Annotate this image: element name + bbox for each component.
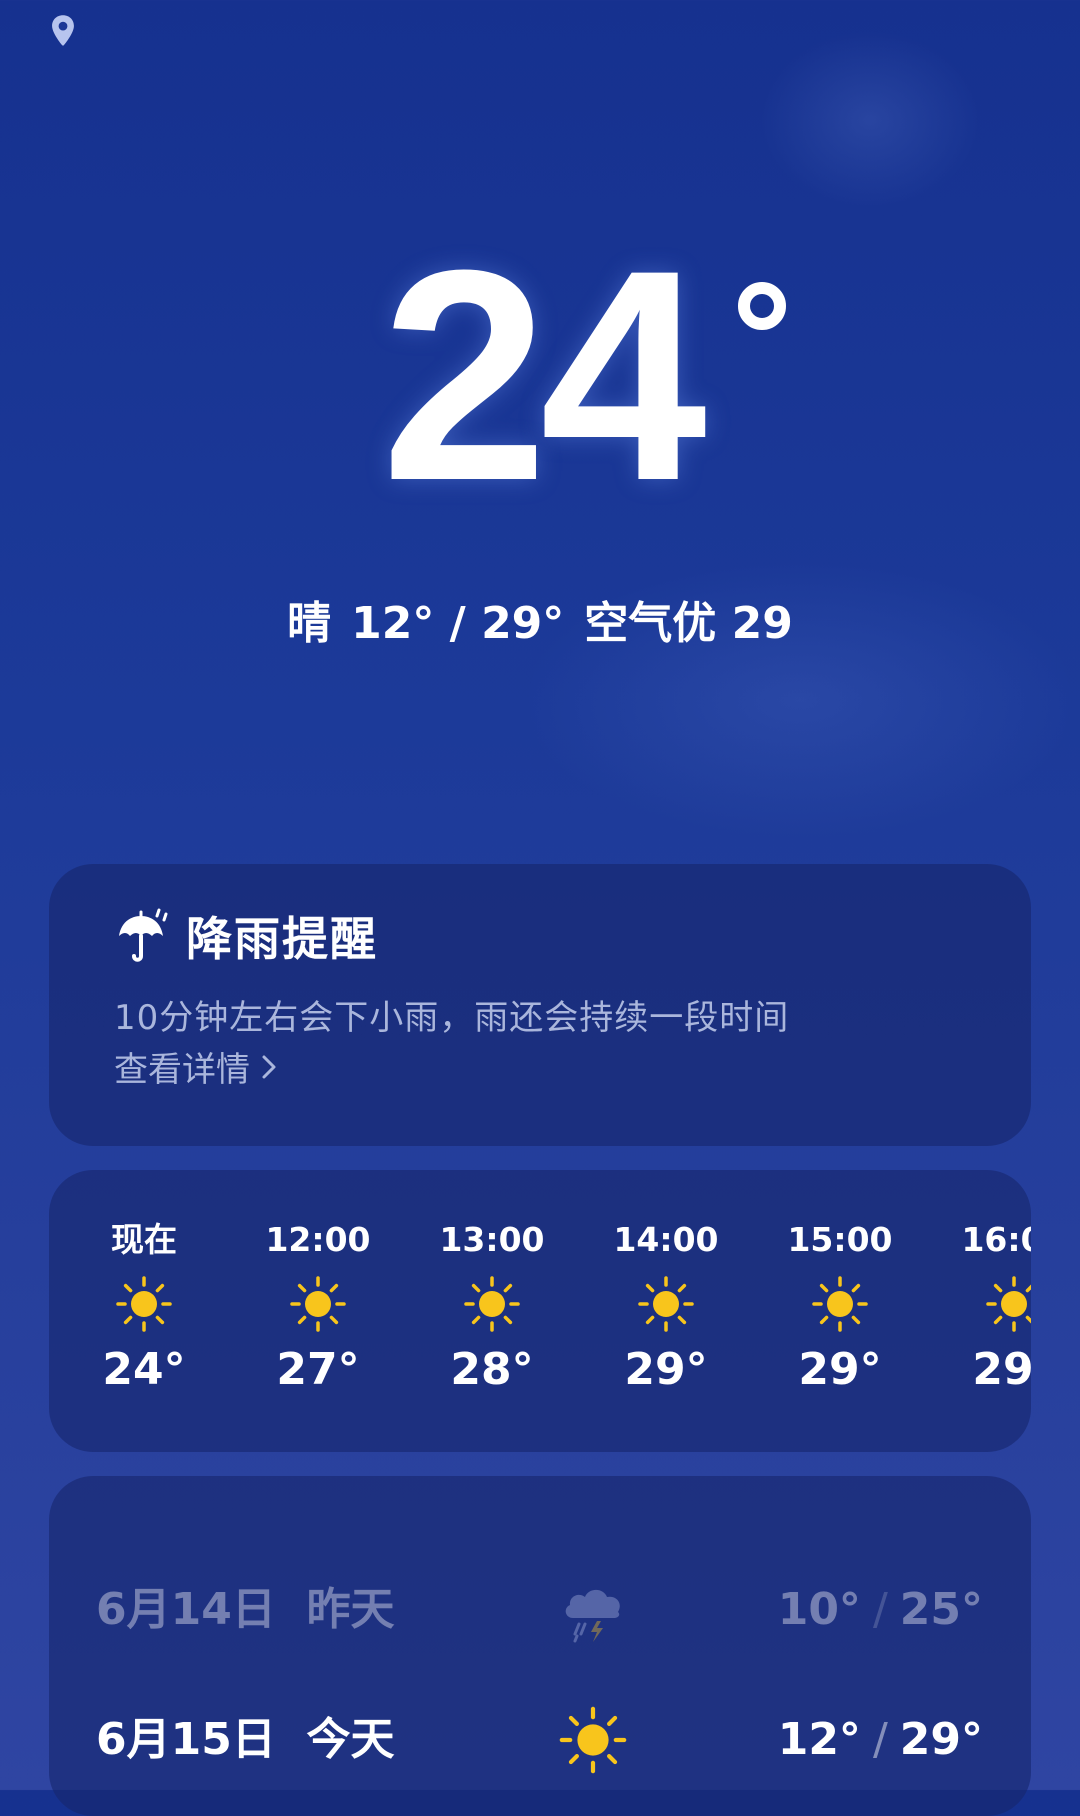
- rain-alert-description: 10分钟左右会下小雨，雨还会持续一段时间: [114, 998, 790, 1038]
- hour-time: 现在: [111, 1220, 177, 1259]
- rain-alert-title: 降雨提醒: [186, 912, 378, 966]
- background-glow: [760, 30, 980, 210]
- day-label: 昨天: [306, 1584, 395, 1635]
- day-high: 25°: [899, 1584, 983, 1635]
- sun-icon: [559, 1706, 627, 1774]
- day-low: 10°: [777, 1584, 861, 1635]
- day-date-value: 6月15日: [96, 1714, 276, 1765]
- air-quality[interactable]: 空气优 29: [584, 598, 793, 649]
- daily-forecast-card[interactable]: 6月14日 昨天 10°/25° 6月15日 今天 12°/29°: [49, 1476, 1031, 1816]
- hourly-item[interactable]: 13:00 28°: [412, 1170, 572, 1452]
- hour-temperature: 29°: [624, 1344, 708, 1395]
- day-temperatures: 10°/25°: [778, 1580, 983, 1640]
- hourly-item[interactable]: 12:00 27°: [238, 1170, 398, 1452]
- hourly-item[interactable]: 16:00 29°: [934, 1170, 1031, 1452]
- rain-alert-header: 降雨提醒: [114, 904, 378, 968]
- hour-temperature: 24°: [102, 1344, 186, 1395]
- day-temperatures: 12°/29°: [778, 1710, 983, 1770]
- hour-time: 16:00: [961, 1220, 1031, 1259]
- current-temperature: 24: [0, 207, 1080, 543]
- sun-icon: [638, 1276, 694, 1332]
- weather-summary: 晴 12° / 29° 空气优 29: [0, 594, 1080, 654]
- sun-icon: [464, 1276, 520, 1332]
- temperature-range: 12° / 29°: [351, 598, 565, 649]
- hourly-item[interactable]: 15:00 29°: [760, 1170, 920, 1452]
- degree-symbol: [738, 282, 786, 330]
- hour-time: 14:00: [613, 1220, 719, 1259]
- day-date-value: 6月14日: [96, 1584, 276, 1635]
- hourly-item[interactable]: 现在 24°: [64, 1170, 224, 1452]
- hour-time: 13:00: [439, 1220, 545, 1259]
- chevron-right-icon: [262, 1055, 276, 1078]
- sun-icon: [986, 1276, 1031, 1332]
- rain-alert-card[interactable]: 降雨提醒 10分钟左右会下小雨，雨还会持续一段时间 查看详情: [49, 864, 1031, 1146]
- separator: /: [872, 1714, 888, 1765]
- sun-icon: [116, 1276, 172, 1332]
- day-high: 29°: [899, 1714, 983, 1765]
- separator: /: [872, 1584, 888, 1635]
- hour-temperature: 29°: [798, 1344, 882, 1395]
- hour-temperature: 29°: [972, 1344, 1031, 1395]
- sun-icon: [290, 1276, 346, 1332]
- daily-row-yesterday[interactable]: 6月14日 昨天 10°/25°: [49, 1570, 1031, 1650]
- day-date: 6月15日 今天: [96, 1710, 395, 1770]
- current-temperature-value: 24: [381, 207, 707, 543]
- hourly-forecast-card[interactable]: 现在 24° 12:00 27° 13:00 28° 14:00 29° 15:…: [49, 1170, 1031, 1452]
- sun-icon: [812, 1276, 868, 1332]
- day-low: 12°: [777, 1714, 861, 1765]
- location-pin-icon[interactable]: [48, 14, 78, 48]
- daily-row-today[interactable]: 6月15日 今天 12°/29°: [49, 1700, 1031, 1780]
- hour-time: 12:00: [265, 1220, 371, 1259]
- hour-temperature: 28°: [450, 1344, 534, 1395]
- umbrella-icon: [119, 908, 168, 962]
- day-label: 今天: [306, 1714, 395, 1765]
- day-date: 6月14日 昨天: [96, 1580, 395, 1640]
- hour-time: 15:00: [787, 1220, 893, 1259]
- hourly-item[interactable]: 14:00 29°: [586, 1170, 746, 1452]
- view-details-label: 查看详情: [114, 1050, 250, 1090]
- hour-temperature: 27°: [276, 1344, 360, 1395]
- thunder-rain-icon: [565, 1589, 620, 1643]
- view-details-link[interactable]: 查看详情: [114, 1042, 280, 1091]
- condition-text: 晴: [287, 598, 332, 649]
